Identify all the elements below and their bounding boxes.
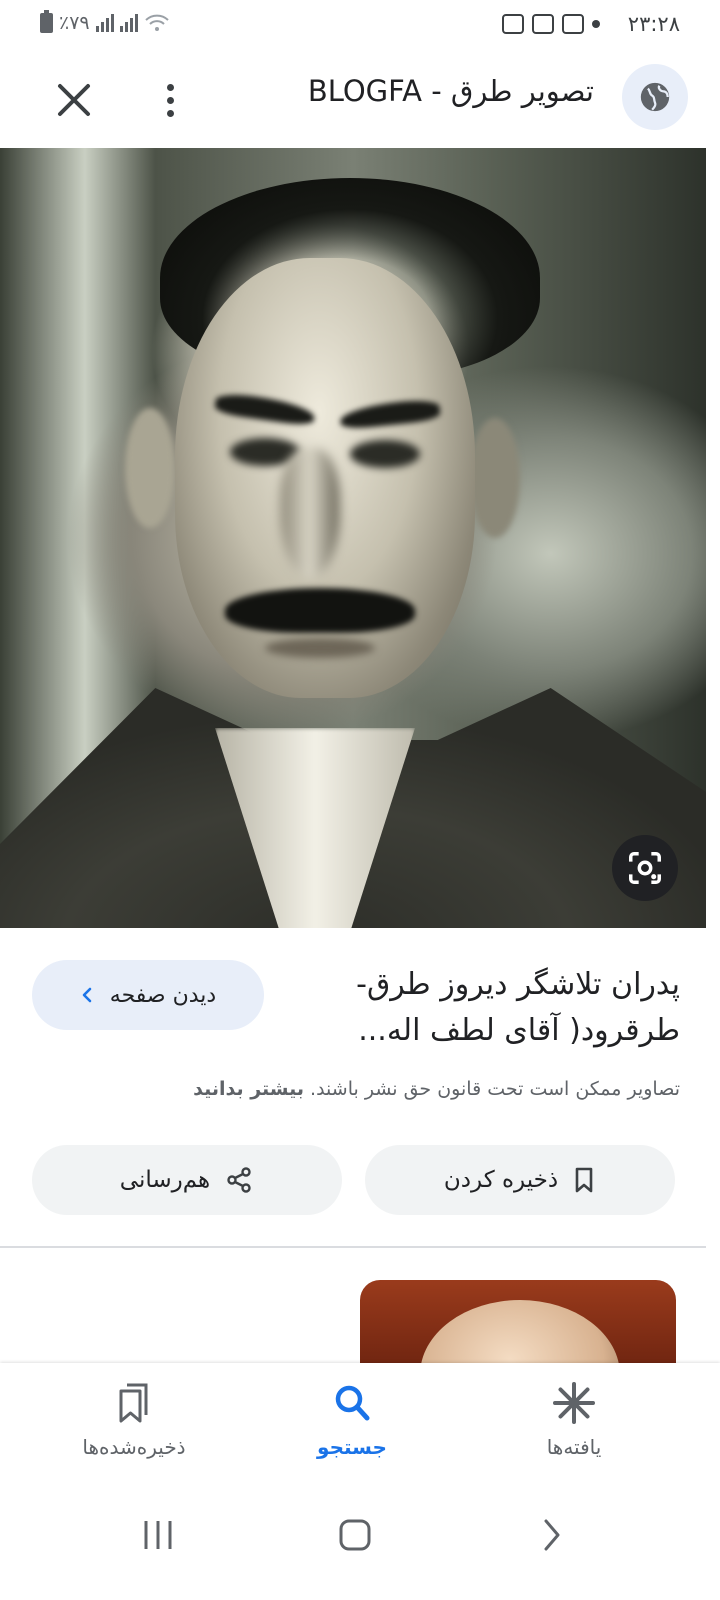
wifi-icon bbox=[144, 14, 169, 31]
share-label: هم‌رسانی bbox=[119, 1167, 211, 1193]
notification-icons bbox=[502, 14, 600, 34]
truck-icon bbox=[532, 14, 554, 34]
portrait-ear bbox=[125, 408, 175, 528]
site-globe-button[interactable] bbox=[622, 64, 688, 130]
asterisk-icon bbox=[553, 1382, 595, 1424]
view-page-button[interactable]: دیدن صفحه bbox=[32, 960, 264, 1030]
result-title: پدران تلاشگر دیروز طرق- طرقرود( آقای لطف… bbox=[356, 967, 680, 1048]
back-button[interactable] bbox=[522, 1505, 582, 1565]
learn-more-link[interactable]: بیشتر بدانید bbox=[193, 1078, 304, 1100]
signal-icon bbox=[95, 14, 114, 32]
battery-icon bbox=[40, 10, 53, 33]
battery-percent: ٪۷۹ bbox=[59, 12, 90, 34]
copyright-notice: تصاویر ممکن است تحت قانون حق نشر باشند. … bbox=[40, 1078, 680, 1100]
nav-item-discover[interactable]: یافته‌ها bbox=[494, 1381, 654, 1459]
result-image[interactable] bbox=[0, 148, 706, 928]
portrait-ear bbox=[470, 418, 520, 538]
lens-search-button[interactable] bbox=[612, 835, 678, 901]
close-button[interactable] bbox=[50, 76, 98, 124]
bookmark-icon bbox=[575, 1167, 593, 1193]
chevron-right-icon bbox=[544, 1519, 560, 1551]
nav-label-saved: ذخیره‌شده‌ها bbox=[82, 1435, 186, 1459]
portrait-mouth bbox=[265, 638, 375, 658]
nav-label-discover: یافته‌ها bbox=[546, 1435, 602, 1459]
home-icon bbox=[339, 1519, 371, 1551]
gallery-icon bbox=[502, 14, 524, 34]
system-nav-bar bbox=[0, 1483, 720, 1600]
chevron-right-icon bbox=[82, 987, 92, 1003]
globe-icon bbox=[640, 82, 670, 112]
nav-label-search: جستجو bbox=[317, 1435, 387, 1459]
view-page-label: دیدن صفحه bbox=[109, 982, 217, 1008]
related-image-thumbnail[interactable] bbox=[360, 1280, 676, 1370]
bookmarks-icon bbox=[119, 1383, 148, 1423]
more-notifications-dot bbox=[592, 20, 600, 28]
home-button[interactable] bbox=[325, 1505, 385, 1565]
more-dot bbox=[166, 83, 174, 91]
recent-apps-button[interactable] bbox=[128, 1505, 188, 1565]
status-left: ٪۷۹ bbox=[40, 10, 170, 34]
portrait-eye bbox=[350, 440, 420, 468]
share-icon bbox=[227, 1167, 251, 1193]
close-icon bbox=[58, 84, 90, 116]
search-icon bbox=[335, 1385, 370, 1421]
recent-apps-icon bbox=[144, 1521, 172, 1549]
status-time: ۲۳:۲۸ bbox=[627, 12, 680, 36]
portrait-nose bbox=[280, 448, 340, 578]
nav-item-saved[interactable]: ذخیره‌شده‌ها bbox=[54, 1381, 214, 1459]
thumbnail-portrait bbox=[420, 1300, 620, 1370]
more-options-button[interactable] bbox=[150, 76, 190, 124]
signal-icon-2 bbox=[119, 14, 138, 32]
share-button[interactable]: هم‌رسانی bbox=[32, 1145, 342, 1215]
lens-icon bbox=[629, 852, 661, 884]
more-dot bbox=[166, 109, 174, 117]
portrait-moustache bbox=[225, 588, 415, 633]
status-bar: ٪۷۹ ۲۳:۲۸ bbox=[0, 0, 720, 52]
bottom-nav: ذخیره‌شده‌ها جستجو یافته‌ها bbox=[0, 1363, 720, 1483]
copyright-text: تصاویر ممکن است تحت قانون حق نشر باشند. bbox=[310, 1078, 680, 1100]
more-dot bbox=[166, 96, 174, 104]
header: تصویر طرق - BLOGFA bbox=[0, 52, 720, 148]
page-title: تصویر طرق - BLOGFA bbox=[307, 74, 594, 108]
nav-item-search[interactable]: جستجو bbox=[272, 1381, 432, 1459]
truck-icon-2 bbox=[562, 14, 584, 34]
section-divider bbox=[0, 1246, 706, 1248]
save-label: ذخیره کردن bbox=[443, 1167, 559, 1193]
save-button[interactable]: ذخیره کردن bbox=[365, 1145, 675, 1215]
